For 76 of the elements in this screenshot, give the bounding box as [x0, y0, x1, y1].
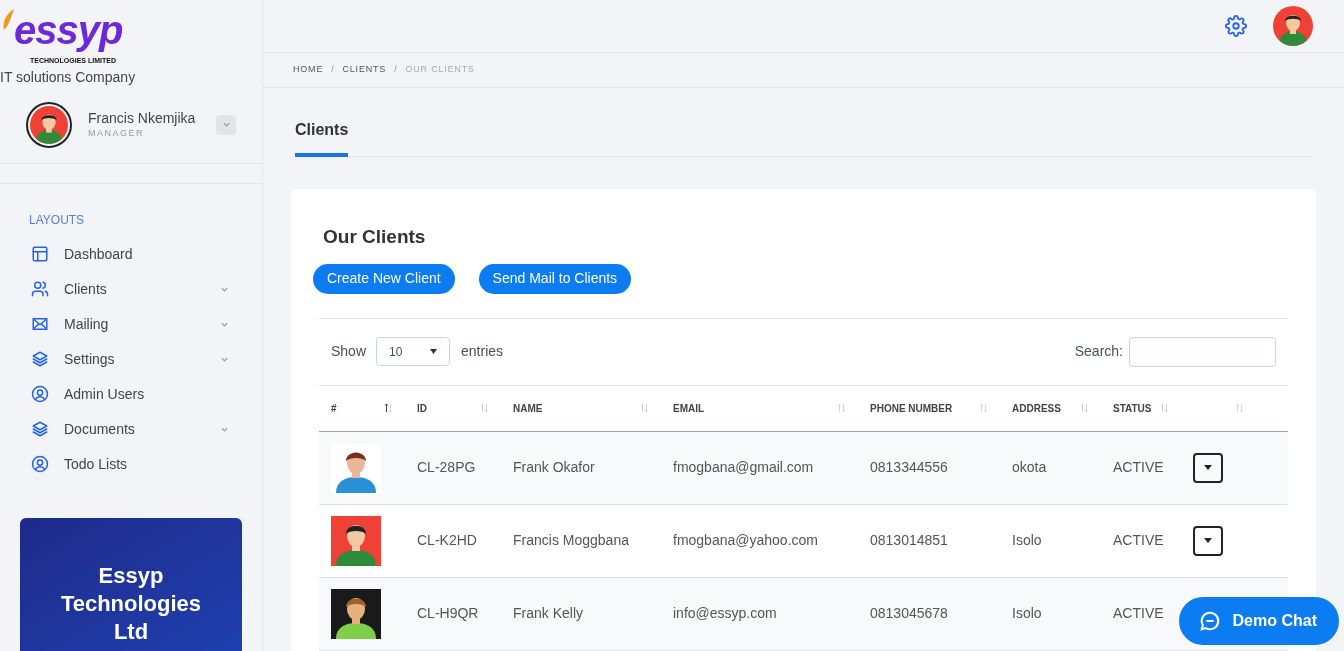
table-cell: Isolo [1012, 532, 1042, 548]
caret-icon [1204, 465, 1212, 470]
section-heading: LAYOUTS [29, 211, 86, 229]
breadcrumb-item[interactable]: HOME [293, 63, 324, 77]
chevron-down-icon [221, 120, 231, 130]
column-header[interactable]: ADDRESS [1012, 400, 1061, 416]
breadcrumb-item[interactable]: CLIENTS [342, 63, 387, 77]
column-header[interactable]: NAME [513, 400, 543, 416]
table-cell: CL-K2HD [417, 532, 477, 548]
column-header[interactable]: # [331, 400, 337, 416]
users-icon [31, 280, 49, 299]
chat-icon [1198, 610, 1221, 632]
user-avatar[interactable] [26, 101, 72, 148]
show-label: Show [331, 342, 367, 361]
table-cell: 0813014851 [870, 532, 948, 548]
user-menu-toggle[interactable] [216, 114, 236, 135]
table-cell: Frank Okafor [513, 459, 595, 475]
search-label: Search: [1074, 342, 1123, 361]
sidebar-item[interactable]: Dashboard [29, 236, 233, 272]
breadcrumb-separator: / [331, 63, 335, 77]
row-menu-button[interactable] [1193, 525, 1223, 556]
user-circle-icon [31, 455, 49, 474]
table-cell: fmogbana@yahoo.com [673, 532, 818, 548]
table-cell: CL-28PG [417, 459, 476, 475]
client-avatar [331, 442, 381, 493]
promo-card: Essyp Technologies Ltd [20, 517, 242, 651]
table-cell: Isolo [1012, 605, 1042, 621]
demo-chat-button[interactable]: Demo Chat [1178, 597, 1339, 645]
action-button[interactable]: Send Mail to Clients [478, 263, 632, 294]
breadcrumb-item: OUR CLIENTS [405, 63, 475, 77]
breadcrumb-separator: / [394, 63, 398, 77]
sidebar-item[interactable]: Documents [29, 411, 233, 447]
page-size-select[interactable]: 10 [376, 337, 451, 366]
company-tagline: IT solutions Company [0, 67, 137, 87]
sidebar-item[interactable]: Admin Users [29, 376, 233, 412]
logo-wordmark: essyp [14, 6, 123, 54]
page-tab[interactable]: Clients [295, 121, 349, 157]
caret-icon [1204, 538, 1212, 543]
search-field[interactable] [1129, 336, 1276, 367]
sort-icon[interactable] [384, 403, 393, 413]
profile-avatar [1273, 6, 1313, 46]
table-cell: 0813045678 [870, 605, 948, 621]
table-cell: okota [1012, 459, 1047, 475]
table-cell: CL-H9QR [417, 605, 479, 621]
layout-icon [31, 245, 49, 264]
user-name: Francis Nkemjika [88, 109, 197, 128]
sidebar-item[interactable]: Settings [29, 341, 233, 377]
user-role: MANAGER [88, 127, 145, 141]
avatar-figure-icon [30, 105, 68, 144]
column-header[interactable]: EMAIL [673, 400, 705, 416]
card-title: Our Clients [323, 225, 427, 249]
user-circle-icon [31, 385, 49, 404]
client-avatar [331, 515, 381, 566]
table-cell: info@essyp.com [673, 605, 777, 621]
row-menu-button[interactable] [1193, 452, 1223, 483]
caret-icon [430, 349, 438, 354]
column-header[interactable]: ID [417, 400, 427, 416]
layers-icon [31, 350, 49, 369]
table-cell: Francis Moggbana [513, 532, 629, 548]
settings-icon[interactable] [1225, 15, 1247, 37]
sidebar-item[interactable]: Clients [29, 271, 233, 307]
table-cell: Frank Kelly [513, 605, 584, 621]
leaf-icon [2, 7, 14, 32]
table-cell: 0813344556 [870, 459, 948, 475]
entries-label: entries [461, 342, 504, 361]
column-header[interactable]: STATUS [1113, 400, 1152, 416]
table-cell: ACTIVE [1113, 459, 1164, 475]
sidebar-item[interactable]: Todo Lists [29, 446, 233, 482]
client-avatar [331, 588, 381, 639]
action-button[interactable]: Create New Client [313, 263, 455, 294]
sidebar-item[interactable]: Mailing [29, 306, 233, 342]
table-cell: ACTIVE [1113, 605, 1164, 621]
table-cell: ACTIVE [1113, 532, 1164, 548]
column-header[interactable]: PHONE NUMBER [870, 400, 953, 416]
table-cell: fmogbana@gmail.com [673, 459, 814, 475]
layers-icon [31, 420, 49, 439]
